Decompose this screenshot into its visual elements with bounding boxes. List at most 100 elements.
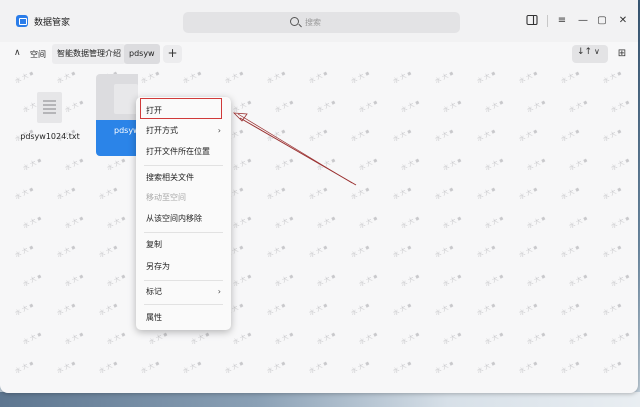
watermark-text: 水 大 ▪ — [349, 359, 371, 376]
search-icon — [290, 17, 299, 26]
watermark-text: 水 大 ▪ — [265, 359, 287, 376]
menu-item-save-as[interactable]: 另存为 — [136, 258, 231, 276]
view-mode-icon[interactable]: ⊞ — [614, 46, 630, 62]
watermark-text: 水 大 ▪ — [609, 214, 631, 231]
app-logo-icon — [16, 15, 28, 27]
watermark-text: 水 大 ▪ — [475, 127, 497, 144]
watermark-text: 水 大 ▪ — [525, 156, 547, 173]
menu-item-open-location[interactable]: 打开文件所在位置 — [136, 143, 231, 161]
menu-item-label: 搜索相关文件 — [146, 173, 194, 182]
add-tab-button[interactable]: + — [163, 45, 182, 63]
watermark-text: 水 大 ▪ — [475, 359, 497, 376]
watermark-text: 水 大 ▪ — [475, 243, 497, 260]
watermark-text: 水 大 ▪ — [265, 301, 287, 318]
watermark-text: 水 大 ▪ — [601, 301, 623, 318]
watermark-text: 水 大 ▪ — [63, 330, 85, 347]
watermark-text: 水 大 ▪ — [357, 156, 379, 173]
watermark-text: 水 大 ▪ — [349, 185, 371, 202]
watermark-text: 水 大 ▪ — [223, 359, 245, 376]
watermark-text: 水 大 ▪ — [55, 185, 77, 202]
document-icon — [37, 92, 62, 123]
file-item-selected[interactable]: pdsyw — [96, 74, 140, 156]
menu-item-tag[interactable]: 标记 › — [136, 283, 231, 301]
watermark-text: 水 大 ▪ — [13, 185, 35, 202]
watermark-text: 水 大 ▪ — [349, 69, 371, 86]
watermark-text: 水 大 ▪ — [567, 272, 589, 289]
menu-item-copy[interactable]: 复制 — [136, 236, 231, 254]
collapse-icon[interactable]: ∧ — [14, 48, 26, 60]
menu-icon[interactable]: ≡ — [555, 14, 569, 28]
watermark-text: 水 大 ▪ — [357, 214, 379, 231]
menu-item-open[interactable]: 打开 — [136, 102, 231, 120]
watermark-text: 水 大 ▪ — [223, 69, 245, 86]
watermark-text: 水 大 ▪ — [139, 69, 161, 86]
watermark-text: 水 大 ▪ — [105, 156, 127, 173]
watermark-text: 水 大 ▪ — [307, 359, 329, 376]
minimize-icon[interactable]: — — [576, 14, 590, 28]
watermark-text: 水 大 ▪ — [55, 243, 77, 260]
watermark-text: 水 大 ▪ — [391, 359, 413, 376]
document-icon — [114, 84, 138, 114]
watermark-text: 水 大 ▪ — [567, 98, 589, 115]
search-input[interactable]: 搜索 — [183, 12, 460, 33]
file-item[interactable]: pdsyw1024.txt — [20, 74, 80, 154]
title-separator — [547, 15, 548, 27]
tab-pdsyw[interactable]: pdsyw — [124, 44, 160, 64]
watermark-text: 水 大 ▪ — [441, 98, 463, 115]
tab-intro[interactable]: 智能数据管理介绍 — [52, 44, 126, 64]
watermark-text: 水 大 ▪ — [315, 98, 337, 115]
watermark-text: 水 大 ▪ — [517, 69, 539, 86]
toolbar: ∧ 空间 智能数据管理介绍 pdsyw + ↓↑ ∨ ⊞ — [0, 42, 638, 66]
watermark-text: 水 大 ▪ — [55, 301, 77, 318]
title-bar: 数据管家 搜索 ≡ — ▢ ✕ — [0, 0, 638, 42]
chevron-right-icon: › — [217, 126, 221, 135]
watermark-text: 水 大 ▪ — [21, 272, 43, 289]
watermark-text: 水 大 ▪ — [349, 243, 371, 260]
watermark-text: 水 大 ▪ — [391, 69, 413, 86]
sidebar-toggle-icon[interactable] — [525, 14, 539, 28]
sort-button[interactable]: ↓↑ ∨ — [572, 45, 608, 63]
watermark-text: 水 大 ▪ — [307, 243, 329, 260]
watermark-text: 水 大 ▪ — [315, 330, 337, 347]
search-placeholder: 搜索 — [305, 18, 321, 27]
watermark-text: 水 大 ▪ — [441, 330, 463, 347]
watermark-text: 水 大 ▪ — [189, 330, 211, 347]
watermark-text: 水 大 ▪ — [567, 214, 589, 231]
menu-item-label: 标记 — [146, 287, 162, 296]
watermark-text: 水 大 ▪ — [567, 330, 589, 347]
watermark-text: 水 大 ▪ — [559, 243, 581, 260]
desktop-wallpaper — [0, 392, 640, 407]
watermark-text: 水 大 ▪ — [307, 127, 329, 144]
menu-item-label: 打开 — [146, 106, 162, 115]
maximize-icon[interactable]: ▢ — [595, 14, 609, 28]
watermark-text: 水 大 ▪ — [601, 185, 623, 202]
watermark-text: 水 大 ▪ — [105, 330, 127, 347]
menu-item-open-with[interactable]: 打开方式 › — [136, 122, 231, 140]
chevron-down-icon: ∨ — [594, 47, 600, 56]
watermark-text: 水 大 ▪ — [21, 330, 43, 347]
menu-item-search-related[interactable]: 搜索相关文件 — [136, 169, 231, 187]
close-icon[interactable]: ✕ — [616, 14, 630, 28]
watermark-text: 水 大 ▪ — [315, 214, 337, 231]
menu-separator — [144, 165, 223, 166]
watermark-text: 水 大 ▪ — [265, 185, 287, 202]
menu-separator — [144, 304, 223, 305]
watermark-text: 水 大 ▪ — [483, 156, 505, 173]
watermark-text: 水 大 ▪ — [391, 127, 413, 144]
app-title: 数据管家 — [34, 18, 71, 28]
watermark-text: 水 大 ▪ — [601, 127, 623, 144]
watermark-text: 水 大 ▪ — [525, 272, 547, 289]
menu-item-label: 打开方式 — [146, 126, 178, 135]
menu-item-label: 复制 — [146, 240, 162, 249]
watermark-text: 水 大 ▪ — [391, 185, 413, 202]
watermark-text: 水 大 ▪ — [517, 359, 539, 376]
watermark-text: 水 大 ▪ — [13, 359, 35, 376]
menu-item-remove-from-space[interactable]: 从该空间内移除 — [136, 210, 231, 228]
watermark-text: 水 大 ▪ — [231, 214, 253, 231]
menu-item-properties[interactable]: 属性 — [136, 309, 231, 327]
watermark-text: 水 大 ▪ — [63, 156, 85, 173]
watermark-text: 水 大 ▪ — [273, 98, 295, 115]
menu-item-label: 从该空间内移除 — [146, 214, 202, 223]
menu-item-label: 属性 — [146, 313, 162, 322]
space-label[interactable]: 空间 — [30, 49, 46, 60]
